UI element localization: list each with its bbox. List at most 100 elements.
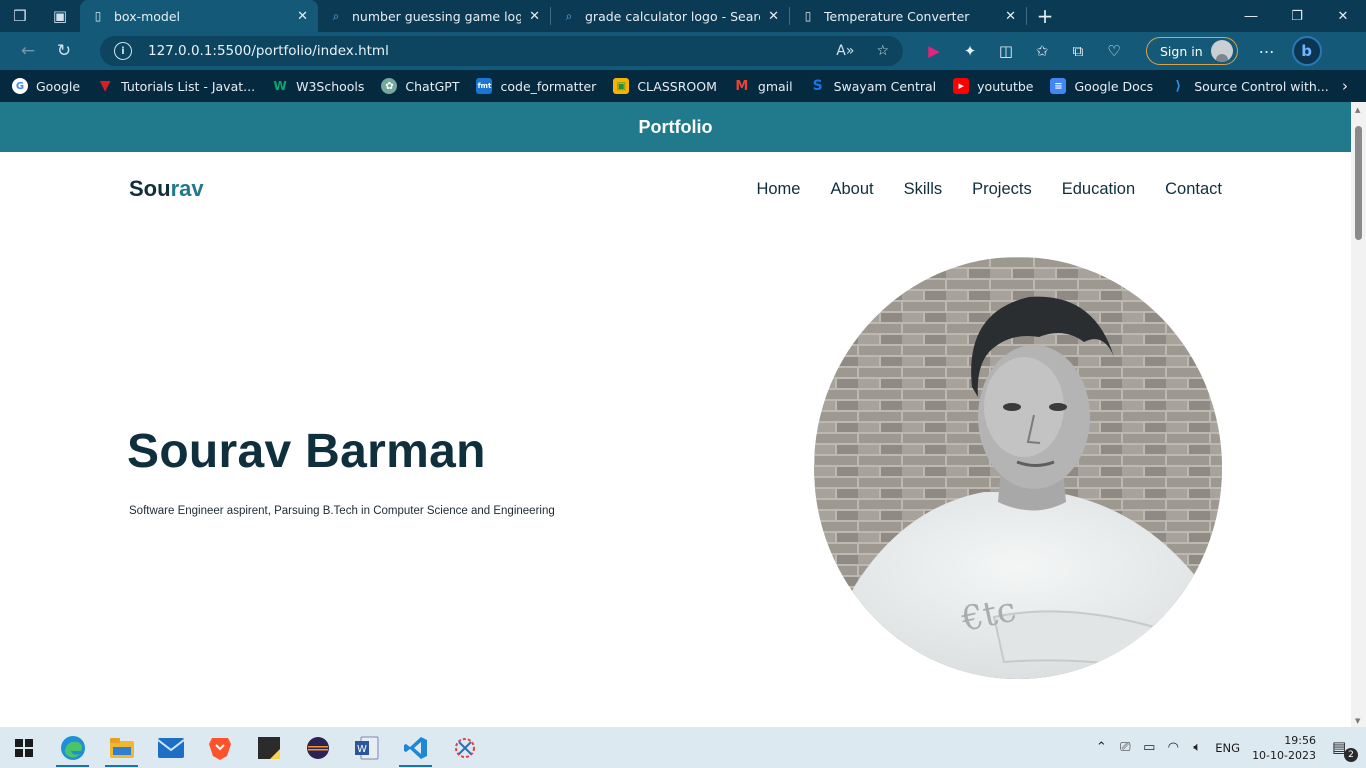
bookmark-label: ChatGPT: [405, 78, 460, 94]
bookmark-code-formatter[interactable]: fmt code_formatter: [476, 78, 596, 94]
bookmark-google-docs[interactable]: ≡ Google Docs: [1050, 78, 1153, 94]
scroll-down-icon[interactable]: ▼: [1355, 717, 1360, 725]
site-info-icon[interactable]: i: [114, 42, 132, 60]
bookmark-source-control[interactable]: ⟩ Source Control with...: [1170, 78, 1329, 94]
close-icon[interactable]: ✕: [1005, 9, 1016, 24]
more-options-icon[interactable]: ⋯: [1252, 32, 1282, 70]
notification-count: 2: [1344, 747, 1358, 762]
bookmark-classroom[interactable]: ▣ CLASSROOM: [613, 78, 717, 94]
scroll-thumb[interactable]: [1355, 126, 1362, 240]
vertical-tabs-icon[interactable]: ▣: [40, 0, 80, 32]
windows-logo-icon: [15, 738, 33, 757]
nav-link-projects[interactable]: Projects: [972, 180, 1032, 199]
bookmark-swayam[interactable]: S Swayam Central: [810, 78, 937, 94]
nav-link-home[interactable]: Home: [756, 180, 800, 199]
bookmark-label: code_formatter: [500, 78, 597, 94]
split-screen-icon[interactable]: ◫: [988, 32, 1024, 70]
address-bar[interactable]: i 127.0.0.1:5500/portfolio/index.html A»…: [100, 36, 903, 66]
close-icon[interactable]: ✕: [768, 9, 779, 24]
taskbar-vscode[interactable]: [391, 727, 440, 768]
clock-time: 19:56: [1284, 733, 1316, 747]
tab-grade-calculator[interactable]: ⌕ grade calculator logo - Search ✕: [551, 0, 789, 32]
search-icon: ⌕: [332, 8, 340, 23]
new-tab-button[interactable]: +: [1027, 0, 1063, 32]
refresh-icon[interactable]: ↻: [46, 32, 82, 70]
media-play-icon[interactable]: ▶: [916, 32, 952, 70]
site-navbar: Sourav Home About Skills Projects Educat…: [129, 172, 1222, 206]
taskbar-word[interactable]: W: [342, 727, 391, 768]
page-scrollbar[interactable]: ▲ ▼: [1351, 102, 1366, 727]
start-button[interactable]: [0, 727, 48, 768]
taskbar-brave[interactable]: [195, 727, 244, 768]
volume-icon[interactable]: 🔈︎: [1185, 740, 1209, 755]
nav-link-education[interactable]: Education: [1062, 180, 1135, 199]
taskbar-sticky-notes[interactable]: [244, 727, 293, 768]
brave-icon: [208, 737, 231, 760]
restore-icon[interactable]: ❐: [1274, 0, 1320, 32]
page-viewport: Portfolio Sourav Home About Skills Proje…: [0, 102, 1351, 727]
tab-title: Temperature Converter: [824, 8, 970, 24]
sign-in-button[interactable]: Sign in: [1146, 37, 1238, 65]
tab-title: box-model: [114, 8, 181, 24]
bookmark-gmail[interactable]: Mgmail: [734, 78, 792, 94]
clock[interactable]: 19:56 10-10-2023: [1252, 733, 1316, 763]
w3schools-icon: W: [273, 79, 287, 93]
bookmark-label: Swayam Central: [833, 78, 937, 94]
back-arrow-icon[interactable]: ←: [10, 32, 46, 70]
bookmark-label: yoututbe: [977, 78, 1034, 94]
notifications-button[interactable]: ▤ 2: [1332, 738, 1358, 762]
browser-essentials-icon[interactable]: ♡: [1096, 32, 1132, 70]
taskbar-eclipse[interactable]: [293, 727, 342, 768]
nav-links: Home About Skills Projects Education Con…: [726, 180, 1222, 199]
tab-number-guessing[interactable]: ⌕ number guessing game logo - Se ✕: [318, 0, 550, 32]
classroom-icon: ▣: [613, 78, 630, 94]
javatpoint-icon: ▼: [99, 78, 111, 94]
taskbar-snipping-tool[interactable]: [440, 727, 489, 768]
bing-copilot-icon[interactable]: b: [1291, 36, 1322, 66]
collections-icon[interactable]: ⧉: [1060, 32, 1096, 70]
close-icon[interactable]: ✕: [529, 9, 540, 24]
extensions-icon[interactable]: ✦: [952, 32, 988, 70]
workspaces-icon[interactable]: ❒: [0, 0, 40, 32]
profile-photo-image: €tc: [814, 257, 1222, 679]
close-icon[interactable]: ✕: [297, 9, 308, 24]
swayam-icon: S: [812, 78, 823, 94]
vscode-icon: ⟩: [1175, 78, 1182, 94]
chevron-up-icon[interactable]: ⌃: [1089, 740, 1113, 755]
nav-link-contact[interactable]: Contact: [1165, 180, 1222, 199]
bookmark-w3schools[interactable]: W W3Schools: [272, 78, 364, 94]
chevron-right-icon[interactable]: ›: [1342, 70, 1348, 102]
nav-link-about[interactable]: About: [830, 180, 873, 199]
minimize-icon[interactable]: ―: [1228, 0, 1274, 32]
favorite-star-icon[interactable]: ☆: [876, 43, 889, 59]
tab-temperature-converter[interactable]: ▯ Temperature Converter ✕: [790, 0, 1026, 32]
bookmark-javatpoint[interactable]: ▼ Tutorials List - Javat...: [97, 78, 255, 94]
read-aloud-icon[interactable]: A»: [836, 43, 854, 59]
site-logo[interactable]: Sourav: [129, 176, 204, 202]
bookmark-label: CLASSROOM: [637, 78, 717, 94]
google-icon: G: [12, 78, 28, 94]
language-indicator[interactable]: ENG: [1215, 741, 1240, 755]
taskbar-file-explorer[interactable]: [97, 727, 146, 768]
taskbar-mail[interactable]: [146, 727, 195, 768]
scroll-up-icon[interactable]: ▲: [1355, 106, 1360, 114]
battery-icon[interactable]: ▭: [1137, 740, 1161, 755]
bookmark-label: Google: [36, 78, 81, 94]
portfolio-banner: Portfolio: [0, 102, 1351, 152]
favorites-icon[interactable]: ✩: [1024, 32, 1060, 70]
bookmark-chatgpt[interactable]: ✿ ChatGPT: [381, 78, 459, 94]
logo-part-1: Sou: [129, 176, 171, 201]
bookmark-youtube[interactable]: ▶ yoututbe: [953, 78, 1033, 94]
system-tray: ⌃ ⎚ ▭ ◠ 🔈︎ ENG 19:56 10-10-2023 ▤ 2: [1089, 727, 1366, 768]
hero-name: Sourav Barman: [127, 425, 486, 478]
meet-now-icon[interactable]: ⎚: [1113, 740, 1137, 755]
wifi-icon[interactable]: ◠: [1161, 740, 1185, 755]
bookmark-google[interactable]: G Google: [12, 78, 80, 94]
nav-link-skills[interactable]: Skills: [904, 180, 943, 199]
url-text[interactable]: 127.0.0.1:5500/portfolio/index.html: [148, 43, 814, 59]
clock-date: 10-10-2023: [1252, 748, 1316, 762]
close-window-icon[interactable]: ✕: [1320, 0, 1366, 32]
tab-box-model[interactable]: ▯ box-model ✕: [80, 0, 318, 32]
taskbar-edge[interactable]: [48, 727, 97, 768]
bookmarks-bar: G Google ▼ Tutorials List - Javat... W W3Sc…: [0, 70, 1366, 102]
